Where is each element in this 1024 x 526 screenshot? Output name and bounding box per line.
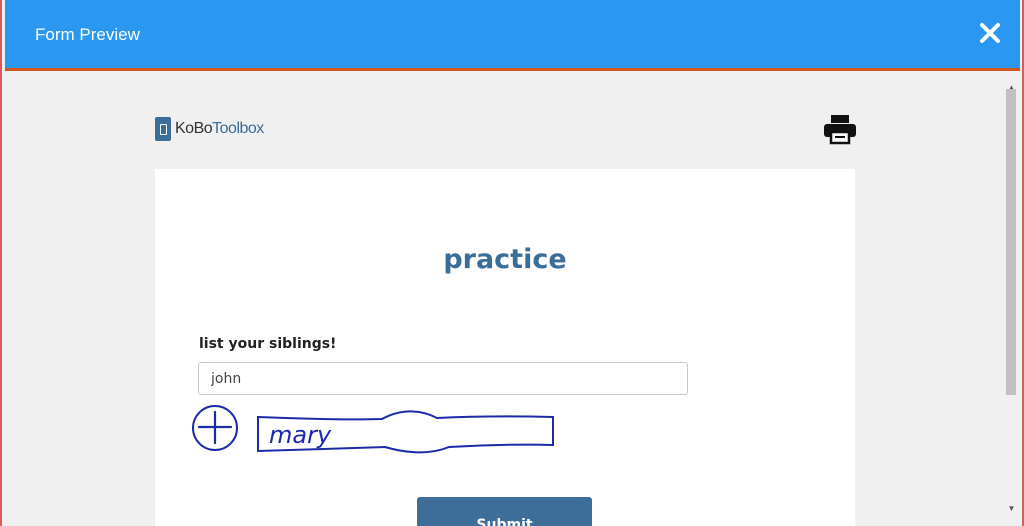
- form-preview-modal: Form Preview ▲ ▼ KoBo Toolbox practice l…: [0, 0, 1024, 526]
- modal-title: Form Preview: [35, 25, 140, 44]
- printer-icon: [824, 115, 856, 145]
- question-label: list your siblings!: [199, 336, 337, 352]
- close-button[interactable]: [970, 13, 1010, 53]
- handwritten-annotation: mary: [192, 405, 554, 454]
- form-card: practice list your siblings! Submit: [155, 169, 855, 526]
- close-icon: [980, 23, 1000, 43]
- logo-text-kobo: KoBo: [175, 120, 213, 137]
- print-button[interactable]: [822, 113, 858, 145]
- submit-button[interactable]: Submit: [417, 497, 592, 526]
- kobotoolbox-logo: KoBo Toolbox: [155, 116, 264, 142]
- handwritten-text: mary: [269, 421, 332, 449]
- siblings-input[interactable]: [198, 362, 688, 395]
- vertical-scrollbar[interactable]: ▲ ▼: [1003, 73, 1020, 526]
- modal-header: Form Preview: [5, 0, 1020, 71]
- form-title: practice: [443, 244, 567, 275]
- kobo-logo-icon: [155, 117, 171, 141]
- scroll-down-arrow-icon[interactable]: ▼: [1003, 502, 1020, 516]
- logo-text-toolbox: Toolbox: [212, 120, 264, 137]
- scroll-thumb[interactable]: [1006, 89, 1016, 395]
